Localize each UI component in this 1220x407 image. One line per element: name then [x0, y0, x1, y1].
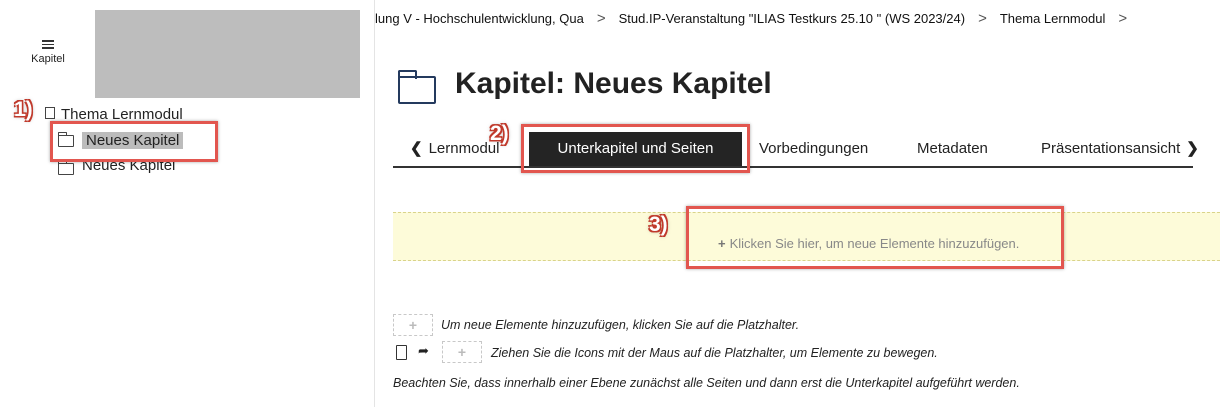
redaction-block: [95, 10, 360, 98]
help-text-order: Beachten Sie, dass innerhalb einer Ebene…: [393, 376, 1020, 390]
kapitel-toggle-button[interactable]: Kapitel: [22, 38, 74, 65]
folder-icon: [58, 160, 74, 175]
learning-module-icon: [45, 107, 55, 119]
highlight-box-3: [686, 206, 1064, 269]
breadcrumb: lung V - Hochschulentwicklung, Qua > Stu…: [375, 10, 1140, 27]
highlight-box-2: [521, 124, 750, 173]
chevron-left-icon: ❮: [410, 140, 423, 157]
highlight-box-1: [50, 121, 218, 162]
tab-vorbedingungen[interactable]: Vorbedingungen: [759, 132, 868, 166]
breadcrumb-item[interactable]: Thema Lernmodul: [1000, 11, 1106, 26]
breadcrumb-separator: >: [596, 10, 606, 27]
placeholder-sample-icon: +: [442, 341, 482, 363]
column-divider: [374, 0, 375, 407]
annotation-step-1: 1): [14, 98, 33, 121]
list-icon: [42, 40, 54, 49]
breadcrumb-separator: >: [1118, 10, 1128, 27]
folder-icon: [398, 70, 436, 104]
tab-bar: ❮ Lernmodul Unterkapitel und Seiten Vorbe…: [393, 132, 1199, 168]
kapitel-toggle-label: Kapitel: [31, 52, 65, 65]
tab-label: Lernmodul: [428, 140, 500, 157]
page-title: Kapitel: Neues Kapitel: [455, 67, 772, 100]
placeholder-sample-icon: +: [393, 314, 433, 336]
breadcrumb-separator: >: [978, 10, 987, 27]
page-icon: [396, 345, 407, 360]
tab-back-lernmodul[interactable]: ❮ Lernmodul: [410, 132, 499, 166]
help-text-drag: Ziehen Sie die Icons mit der Maus auf di…: [491, 346, 938, 360]
annotation-step-2: 2): [490, 122, 509, 145]
chevron-right-icon: ❯: [1186, 140, 1199, 157]
tab-metadaten[interactable]: Metadaten: [917, 132, 988, 166]
tree-root-label: Thema Lernmodul: [61, 106, 183, 122]
breadcrumb-item[interactable]: Stud.IP-Veranstaltung "ILIAS Testkurs 25…: [619, 11, 965, 26]
tree-root-item[interactable]: Thema Lernmodul: [45, 104, 183, 122]
tab-praesentationsansicht[interactable]: Präsentationsansicht ❯: [1041, 132, 1199, 166]
help-text-add: Um neue Elemente hinzuzufügen, klicken S…: [441, 318, 800, 332]
arrow-icon: ➦: [418, 343, 429, 358]
breadcrumb-item[interactable]: lung V - Hochschulentwicklung, Qua: [375, 11, 584, 26]
tab-label: Präsentationsansicht: [1041, 140, 1181, 157]
annotation-step-3: 3): [649, 213, 668, 236]
